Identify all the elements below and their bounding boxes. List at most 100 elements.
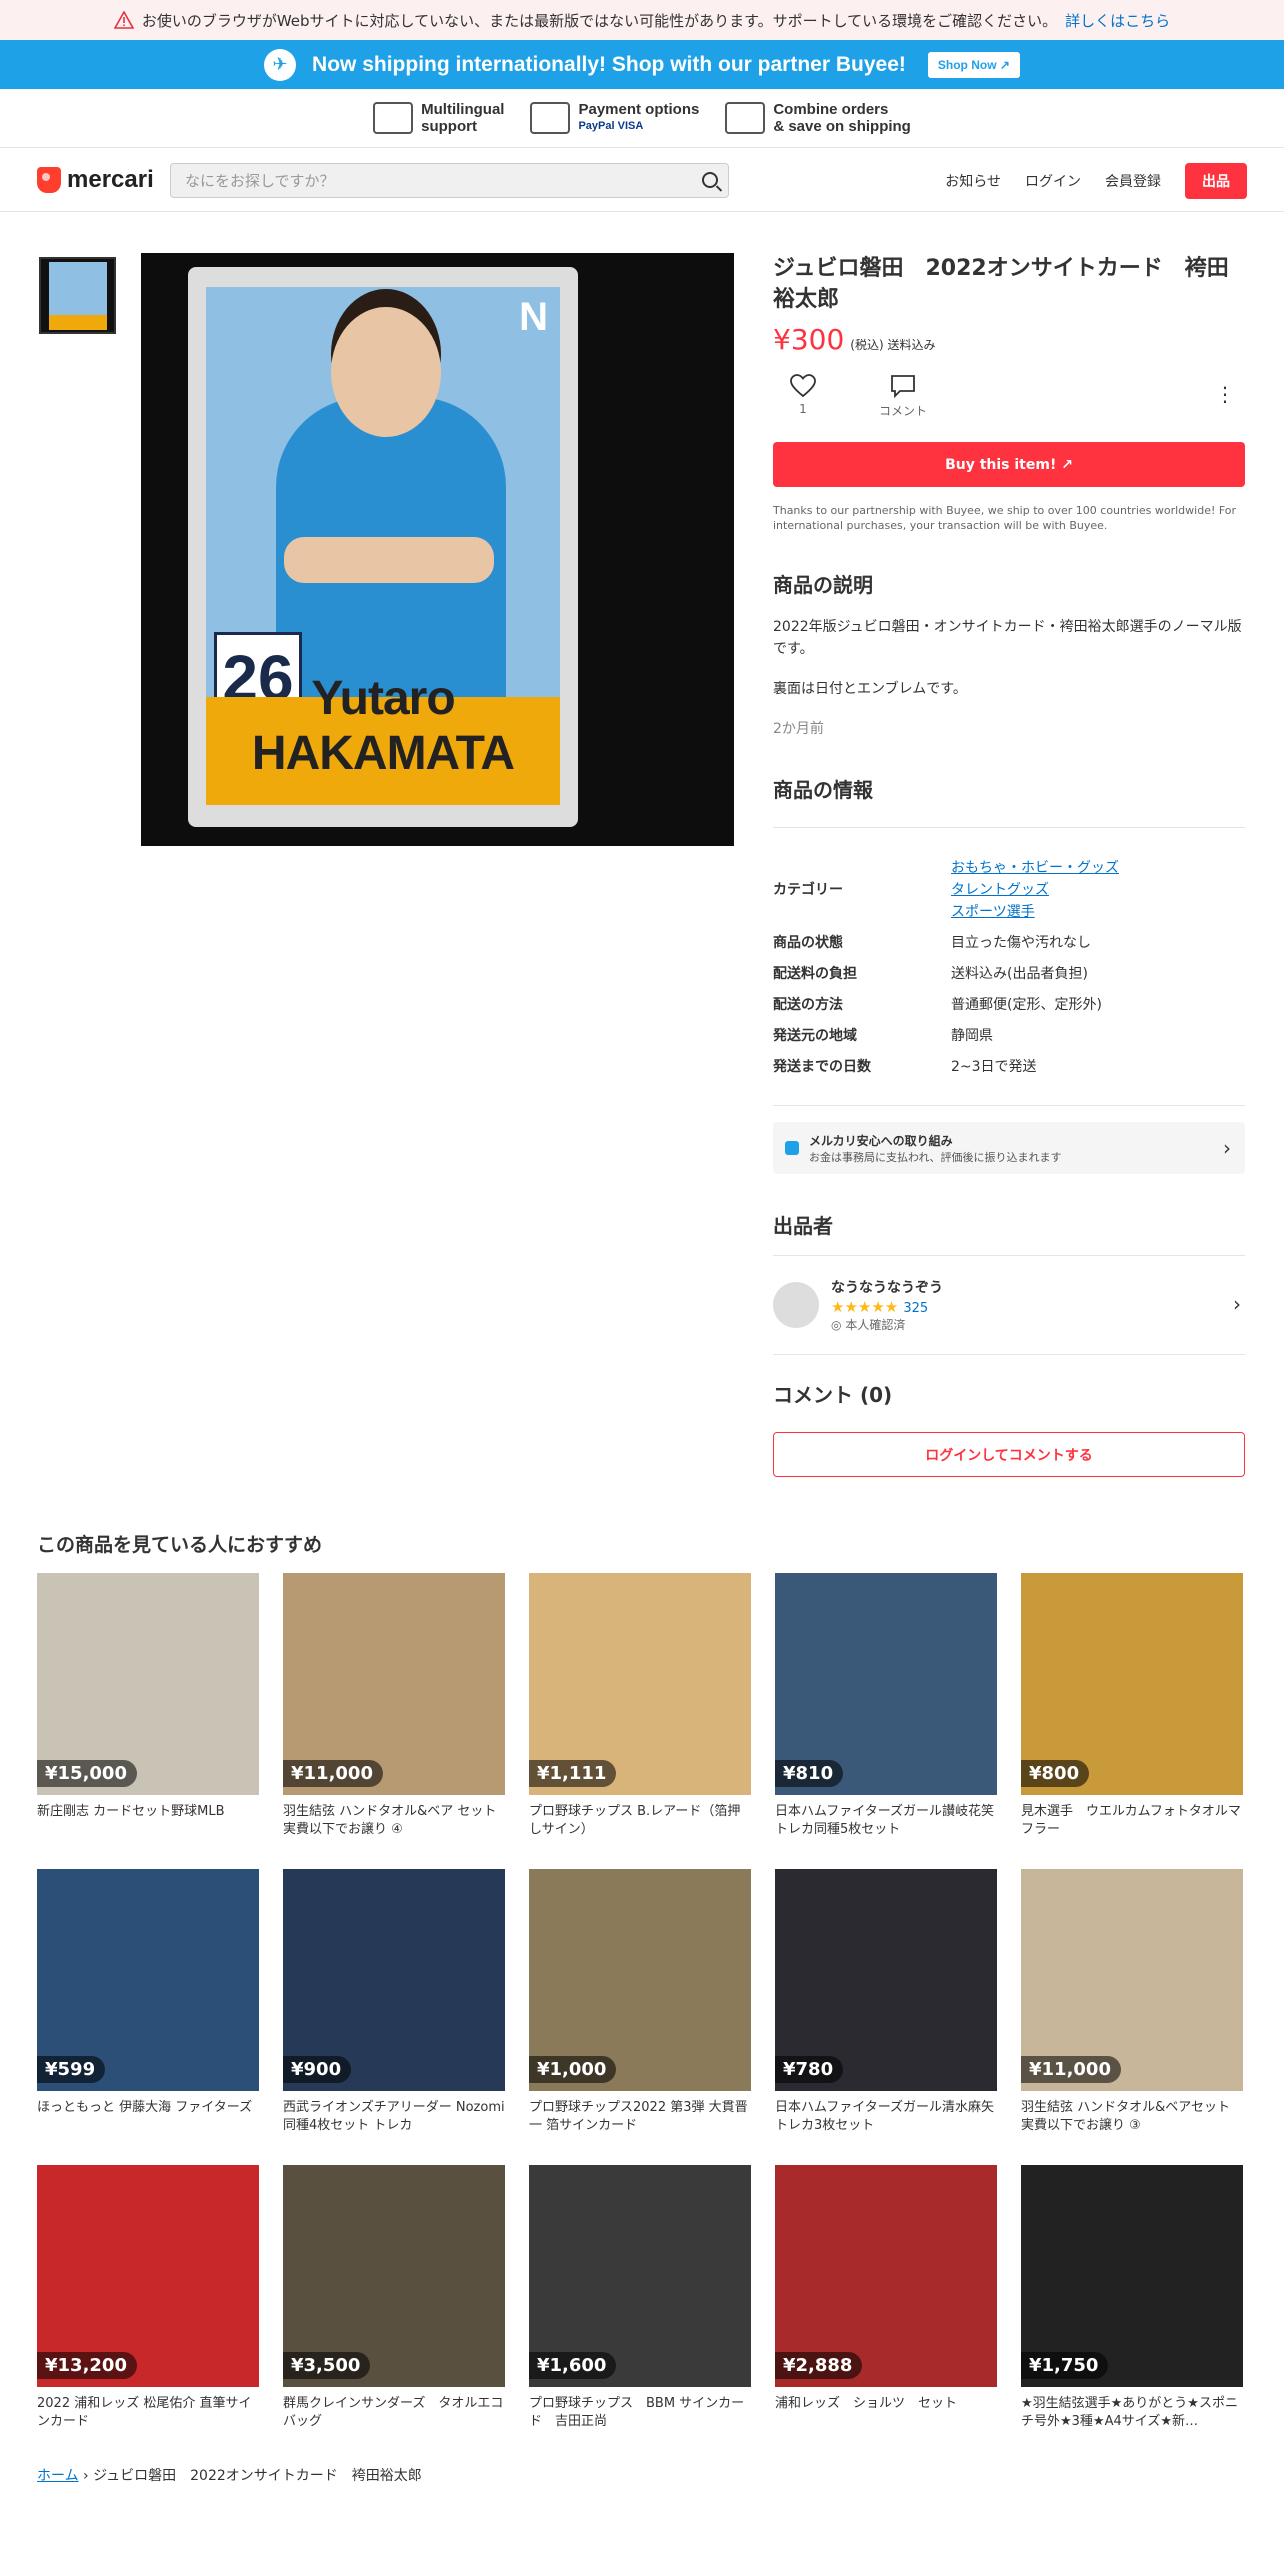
product-card[interactable]: ¥2,888 浦和レッズ ショルツ セット — [775, 2165, 997, 2451]
nav-signup[interactable]: 会員登録 — [1105, 171, 1161, 191]
product-image[interactable]: ¥810 — [775, 1573, 997, 1795]
product-image[interactable]: ¥1,600 — [529, 2165, 751, 2387]
product-title: ジュビロ磐田 2022オンサイトカード 袴田裕太郎 — [773, 256, 1229, 312]
mercari-logo[interactable]: mercari — [37, 166, 154, 194]
product-name[interactable]: 見木選手 ウエルカムフォトタオルマフラー — [1021, 1803, 1243, 1839]
nav-notifications[interactable]: お知らせ — [945, 171, 1001, 191]
login-to-comment-button[interactable]: ログインしてコメントする — [773, 1432, 1245, 1477]
product-thumbnail[interactable] — [39, 257, 116, 334]
seller-card[interactable]: なうなうなうぞう ★★★★★ 325 ◎ 本人確認済 › — [773, 1255, 1245, 1355]
product-price: ¥15,000 — [37, 1760, 137, 1787]
product-name[interactable]: 西武ライオンズチアリーダー Nozomi同種4枚セット トレカ — [283, 2099, 505, 2135]
product-card[interactable]: ¥900 西武ライオンズチアリーダー Nozomi同種4枚セット トレカ — [283, 1869, 505, 2155]
product-card[interactable]: ¥1,000 プロ野球チップス2022 第3弾 大貫晋一 箔サインカード — [529, 1869, 751, 2155]
nav-login[interactable]: ログイン — [1025, 171, 1081, 191]
product-card[interactable]: ¥800 見木選手 ウエルカムフォトタオルマフラー — [1021, 1573, 1243, 1859]
product-price: ¥13,200 — [37, 2352, 137, 2379]
product-name[interactable]: プロ野球チップス B.レアード（箔押しサイン） — [529, 1803, 751, 1839]
site-header: mercari なにをお探しですか？ お知らせ ログイン 会員登録 出品 — [0, 148, 1284, 212]
product-image[interactable]: ¥3,500 — [283, 2165, 505, 2387]
product-image[interactable]: ¥800 — [1021, 1573, 1243, 1795]
product-name[interactable]: 2022 浦和レッズ 松尾佑介 直筆サインカード — [37, 2395, 259, 2431]
translate-icon — [373, 102, 414, 134]
product-card[interactable]: ¥15,000 新庄剛志 カードセット野球MLB — [37, 1573, 259, 1859]
product-price: ¥900 — [283, 2056, 352, 2083]
product-card[interactable]: ¥1,111 プロ野球チップス B.レアード（箔押しサイン） — [529, 1573, 751, 1859]
breadcrumb: ホーム › ジュビロ磐田 2022オンサイトカード 袴田裕太郎 — [37, 2465, 422, 2485]
product-card[interactable]: ¥3,500 群馬クレインサンダーズ タオルエコバッグ — [283, 2165, 505, 2451]
product-price: ¥1,750 — [1021, 2352, 1109, 2379]
search-icon[interactable] — [702, 172, 718, 188]
product-price: ¥3,500 — [283, 2352, 371, 2379]
card-icon — [530, 102, 571, 134]
info-row: 配送料の負担 送料込み(出品者負担) — [773, 966, 1088, 982]
product-card[interactable]: ¥599 ほっともっと 伊藤大海 ファイターズ — [37, 1869, 259, 2155]
product-price: ¥780 — [775, 2056, 844, 2083]
category-link-2[interactable]: タレントグッズ — [951, 879, 1119, 899]
product-price: ¥11,000 — [1021, 2056, 1121, 2083]
product-card[interactable]: ¥13,200 2022 浦和レッズ 松尾佑介 直筆サインカード — [37, 2165, 259, 2451]
product-price: ¥810 — [775, 1760, 844, 1787]
description-line-2: 裏面は日付とエンブレムです。 — [773, 681, 967, 697]
box-icon — [725, 102, 766, 134]
safety-banner[interactable]: メルカリ安心への取り組み お金は事務局に支払われ、評価後に振り込まれます › — [773, 1122, 1245, 1174]
product-card[interactable]: ¥780 日本ハムファイターズガール清水麻矢トレカ3枚セット — [775, 1869, 997, 2155]
category-link-3[interactable]: スポーツ選手 — [951, 901, 1119, 921]
product-card[interactable]: ¥11,000 羽生結弦 ハンドタオル&ベア セット 実費以下でお譲り ④ — [283, 1573, 505, 1859]
buy-button[interactable]: Buy this item! ↗ — [773, 442, 1245, 487]
category-label: カテゴリー — [773, 882, 843, 898]
product-image[interactable]: ¥11,000 — [1021, 1869, 1243, 2091]
lock-icon — [785, 1141, 799, 1155]
product-main-image[interactable]: N 26 Yutaro HAKAMATA — [141, 253, 734, 846]
product-card[interactable]: ¥11,000 羽生結弦 ハンドタオル&ベアセット 実費以下でお譲り ③ — [1021, 1869, 1243, 2155]
product-image[interactable]: ¥900 — [283, 1869, 505, 2091]
product-name[interactable]: 羽生結弦 ハンドタオル&ベアセット 実費以下でお譲り ③ — [1021, 2099, 1243, 2135]
info-row: 配送の方法 普通郵便(定形、定形外) — [773, 997, 1102, 1013]
like-button[interactable]: 1 — [773, 374, 833, 416]
trading-card: N 26 Yutaro HAKAMATA — [188, 267, 578, 827]
warning-link[interactable]: 詳しくはこちら — [1065, 10, 1170, 31]
product-image[interactable]: ¥1,000 — [529, 1869, 751, 2091]
product-image[interactable]: ¥13,200 — [37, 2165, 259, 2387]
product-image[interactable]: ¥15,000 — [37, 1573, 259, 1795]
breadcrumb-home[interactable]: ホーム — [37, 2468, 79, 2484]
product-card[interactable]: ¥1,600 プロ野球チップス BBM サインカード 吉田正尚 — [529, 2165, 751, 2451]
sell-button[interactable]: 出品 — [1185, 163, 1247, 199]
product-image[interactable]: ¥780 — [775, 1869, 997, 2091]
feature-multilingual: Multilingual support — [373, 101, 504, 135]
comment-button[interactable]: コメント — [873, 374, 933, 419]
info-table: カテゴリー おもちゃ・ホビー・グッズ タレントグッズ スポーツ選手 商品の状態目… — [773, 827, 1245, 1106]
verified-icon: ◎ — [831, 1318, 842, 1332]
shop-now-button[interactable]: Shop Now ↗ — [927, 51, 1020, 78]
product-name[interactable]: プロ野球チップス BBM サインカード 吉田正尚 — [529, 2395, 751, 2431]
product-name[interactable]: プロ野球チップス2022 第3弾 大貫晋一 箔サインカード — [529, 2099, 751, 2135]
seller-rating: 325 — [903, 1301, 929, 1316]
product-name[interactable]: 日本ハムファイターズガール讃岐花笑トレカ同種5枚セット — [775, 1803, 997, 1839]
product-price: ¥300 (税込) 送料込み — [773, 323, 936, 356]
product-name[interactable]: ★羽生結弦選手★ありがとう★スポニチ号外★3種★A4サイズ★新… — [1021, 2395, 1243, 2431]
product-name[interactable]: ほっともっと 伊藤大海 ファイターズ — [37, 2099, 259, 2135]
buyee-text: Now shipping internationally! Shop with … — [312, 52, 906, 76]
product-image[interactable]: ¥1,111 — [529, 1573, 751, 1795]
product-card[interactable]: ¥810 日本ハムファイターズガール讃岐花笑トレカ同種5枚セット — [775, 1573, 997, 1859]
product-name[interactable]: 浦和レッズ ショルツ セット — [775, 2395, 997, 2431]
product-name[interactable]: 羽生結弦 ハンドタオル&ベア セット 実費以下でお譲り ④ — [283, 1803, 505, 1839]
product-card[interactable]: ¥1,750 ★羽生結弦選手★ありがとう★スポニチ号外★3種★A4サイズ★新… — [1021, 2165, 1243, 2451]
category-link-1[interactable]: おもちゃ・ホビー・グッズ — [951, 857, 1119, 877]
product-image[interactable]: ¥1,750 — [1021, 2165, 1243, 2387]
product-price: ¥800 — [1021, 1760, 1090, 1787]
product-name[interactable]: 群馬クレインサンダーズ タオルエコバッグ — [283, 2395, 505, 2431]
search-input[interactable]: なにをお探しですか？ — [170, 163, 729, 198]
more-menu-icon[interactable]: ⋮ — [1215, 382, 1235, 406]
product-price: ¥599 — [37, 2056, 106, 2083]
product-image[interactable]: ¥599 — [37, 1869, 259, 2091]
product-name[interactable]: 日本ハムファイターズガール清水麻矢トレカ3枚セット — [775, 2099, 997, 2135]
product-image[interactable]: ¥2,888 — [775, 2165, 997, 2387]
product-price: ¥11,000 — [283, 1760, 383, 1787]
info-row: 発送元の地域 静岡県 — [773, 1028, 993, 1044]
warning-text: お使いのブラウザがWebサイトに対応していない、または最新版ではない可能性があり… — [141, 11, 1058, 30]
buyee-banner[interactable]: ✈ Now shipping internationally! Shop wit… — [0, 40, 1284, 89]
product-name[interactable]: 新庄剛志 カードセット野球MLB — [37, 1803, 259, 1839]
product-image[interactable]: ¥11,000 — [283, 1573, 505, 1795]
heart-icon — [790, 374, 816, 398]
